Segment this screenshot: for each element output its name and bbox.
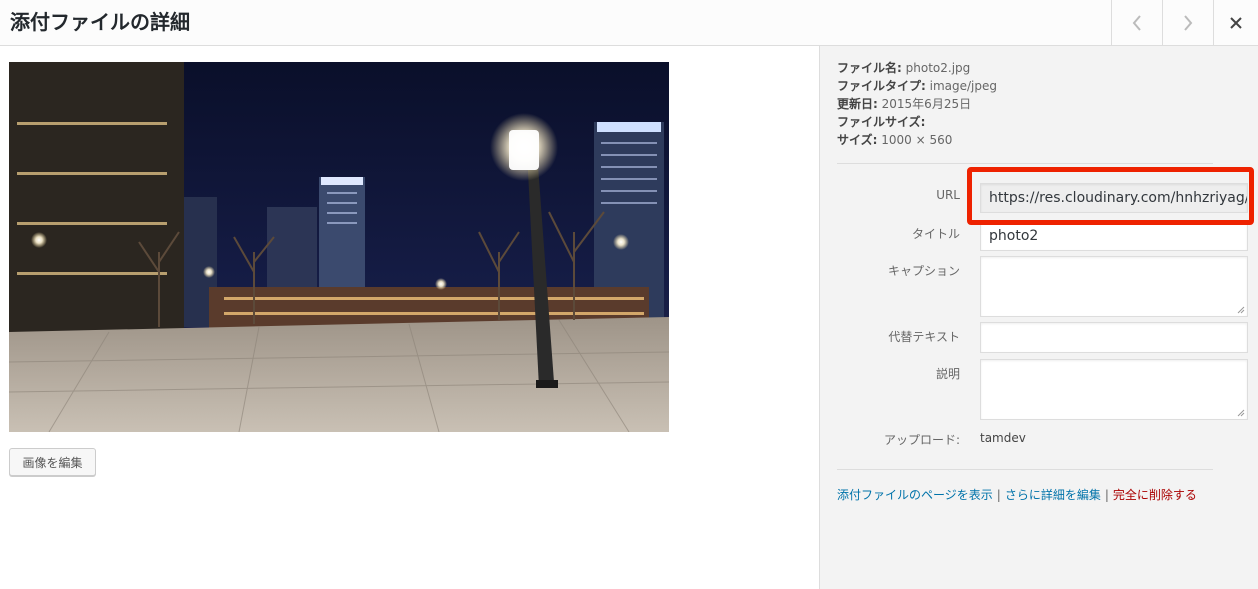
filetype-row: ファイルタイプ: image/jpeg: [837, 77, 997, 95]
alt-text-field[interactable]: [980, 322, 1248, 353]
filename-label: ファイル名:: [837, 61, 902, 75]
chevron-left-icon: [1132, 14, 1141, 31]
url-label: URL: [936, 188, 960, 202]
filetype-value: image/jpeg: [929, 79, 998, 93]
description-field[interactable]: [980, 359, 1248, 420]
title-label: タイトル: [911, 227, 960, 241]
delete-permanently-link[interactable]: 完全に削除する: [1113, 488, 1197, 502]
attachment-actions: 添付ファイルのページを表示 | さらに詳細を編集 | 完全に削除する: [837, 486, 1197, 503]
filetype-label: ファイルタイプ:: [837, 79, 926, 93]
filename-value: photo2.jpg: [905, 61, 971, 75]
uploaded-value: 2015年6月25日: [881, 97, 972, 111]
night-plaza-photo: [9, 62, 669, 432]
edit-more-details-link[interactable]: さらに詳細を編集: [1005, 488, 1101, 502]
attachment-image: [9, 62, 669, 432]
caption-label: キャプション: [887, 264, 960, 278]
uploaded-by-label: アップロード:: [883, 433, 960, 447]
description-label: 説明: [935, 367, 960, 381]
uploaded-label: 更新日:: [837, 97, 878, 111]
close-button[interactable]: [1213, 0, 1258, 45]
edit-image-button[interactable]: 画像を編集: [9, 448, 96, 476]
uploaded-row: 更新日: 2015年6月25日: [837, 95, 997, 113]
chevron-right-icon: [1184, 14, 1193, 31]
view-attachment-page-link[interactable]: 添付ファイルのページを表示: [837, 488, 993, 502]
file-details: ファイル名: photo2.jpg ファイルタイプ: image/jpeg 更新…: [837, 59, 997, 149]
modal-header: 添付ファイルの詳細: [0, 0, 1258, 46]
modal-title: 添付ファイルの詳細: [10, 10, 190, 34]
divider: [837, 469, 1213, 470]
previous-button[interactable]: [1111, 0, 1162, 45]
caption-field[interactable]: [980, 256, 1248, 317]
next-button[interactable]: [1162, 0, 1213, 45]
alt-text-label: 代替テキスト: [888, 330, 960, 344]
uploaded-by-value: tamdev: [980, 431, 1026, 445]
filesize-label: ファイルサイズ:: [837, 115, 926, 129]
close-icon: [1230, 16, 1242, 29]
resize-handle-icon[interactable]: [1237, 306, 1245, 314]
filesize-row: ファイルサイズ:: [837, 113, 997, 131]
link-separator: |: [1104, 488, 1109, 502]
dimensions-label: サイズ:: [837, 133, 878, 147]
dimensions-row: サイズ: 1000 × 560: [837, 131, 997, 149]
link-separator: |: [996, 488, 1001, 502]
url-highlight-box: [967, 167, 1254, 225]
filename-row: ファイル名: photo2.jpg: [837, 59, 997, 77]
divider: [837, 163, 1213, 164]
attachment-details-sidebar: ファイル名: photo2.jpg ファイルタイプ: image/jpeg 更新…: [819, 46, 1258, 589]
dimensions-value: 1000 × 560: [881, 133, 953, 147]
resize-handle-icon[interactable]: [1237, 409, 1245, 417]
